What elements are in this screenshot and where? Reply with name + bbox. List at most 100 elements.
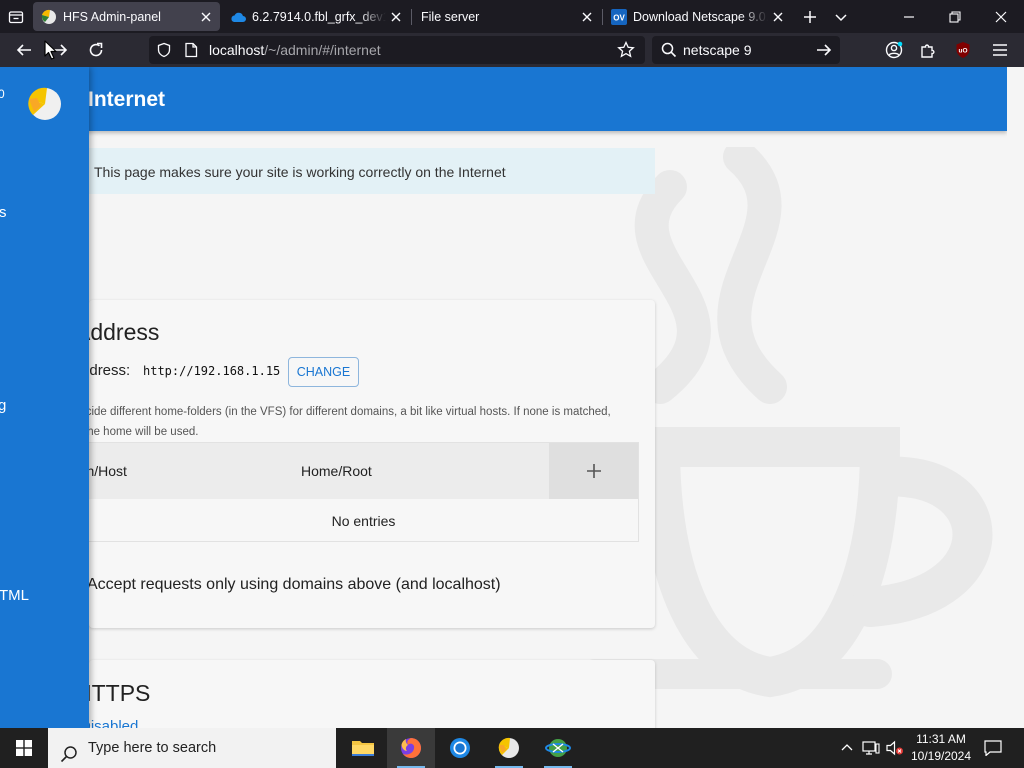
taskbar-app-chrome[interactable] — [436, 728, 484, 768]
back-button[interactable] — [7, 33, 41, 67]
address-value: http://192.168.1.15 — [143, 364, 281, 378]
restore-button[interactable] — [932, 0, 978, 33]
hfs-app-icon — [498, 737, 519, 758]
close-icon — [995, 11, 1007, 22]
hfs-logo-icon[interactable] — [26, 85, 64, 123]
url-bar[interactable]: localhost/~/admin/#/internet — [149, 36, 645, 64]
ublock-shield-icon: uO — [956, 42, 970, 58]
network-status-button[interactable] — [860, 728, 882, 768]
network-monitor-icon — [862, 741, 880, 755]
onedrive-cloud-icon — [230, 9, 246, 25]
firefox-icon — [401, 738, 421, 758]
search-query: netscape 9 — [683, 42, 752, 58]
file-explorer-icon — [352, 741, 374, 756]
taskbar-app-firefox[interactable] — [387, 728, 435, 768]
accept-domains-checkbox-label[interactable]: Accept requests only using domains above… — [87, 576, 501, 594]
account-icon — [885, 41, 903, 59]
close-tab-icon[interactable] — [577, 12, 597, 22]
close-tab-icon[interactable] — [386, 12, 406, 22]
taskbar-search-box[interactable]: Type here to search — [48, 728, 336, 768]
screen: { "browser": { "tabs": [ {"title": "HFS … — [0, 0, 1024, 768]
chevron-down-icon — [835, 13, 847, 21]
taskbar-app-hfs[interactable] — [485, 728, 533, 768]
change-address-button[interactable]: CHANGE — [288, 357, 359, 387]
table-empty-message: No entries — [331, 513, 396, 529]
drawer-item-partial[interactable]: s — [0, 204, 7, 221]
page-viewport: Internet This page makes sure your site … — [0, 67, 1024, 728]
domains-help-text: Decide different home-folders (in the VF… — [71, 402, 626, 442]
start-button[interactable] — [0, 728, 48, 768]
reload-button[interactable] — [79, 33, 113, 67]
windows-taskbar: Type here to search 11:31 AM 10/19/2024 — [0, 728, 1024, 768]
plus-icon — [586, 464, 601, 478]
chrome-icon — [450, 738, 470, 758]
plus-icon — [804, 10, 816, 23]
ov-icon: OV — [611, 8, 627, 25]
tab-hfs-admin-panel[interactable]: HFS Admin-panel — [33, 2, 220, 31]
tab-title: 6.2.7914.0.fbl_grfx_dev1.1 — [252, 9, 386, 24]
help-line: the home will be used. — [84, 426, 199, 438]
tab-file-server[interactable]: File server — [412, 2, 601, 31]
address-card: Address Address: http://192.168.1.15 CHA… — [46, 300, 655, 628]
search-icon — [60, 739, 78, 768]
taskbar-app-network-tool[interactable] — [534, 728, 582, 768]
list-all-tabs-button[interactable] — [0, 0, 32, 33]
account-button[interactable] — [877, 33, 911, 67]
clock-date: 10/19/2024 — [910, 749, 972, 763]
version-text: 0 — [0, 87, 5, 101]
domains-table: Domain/Host Home/Root No entries — [46, 442, 639, 542]
drawer-item-partial[interactable]: TML — [0, 587, 29, 604]
volume-button[interactable] — [884, 728, 906, 768]
scrollbar-track[interactable] — [1007, 67, 1024, 728]
svg-text:uO: uO — [958, 48, 967, 55]
arrow-left-icon — [16, 44, 31, 56]
tracking-protection-shield-icon[interactable] — [156, 42, 172, 63]
tab-title: HFS Admin-panel — [63, 9, 161, 24]
notification-icon — [984, 740, 1002, 756]
close-window-button[interactable] — [978, 0, 1024, 33]
tab-download-netscape[interactable]: OV Download Netscape 9.0.0 — [603, 2, 792, 31]
table-header: Domain/Host Home/Root — [46, 443, 638, 500]
tab-overflow-button[interactable] — [826, 0, 856, 33]
svg-text:OV: OV — [613, 13, 625, 22]
tab-onedrive-file[interactable]: 6.2.7914.0.fbl_grfx_dev1.1 — [222, 2, 410, 31]
extensions-button[interactable] — [911, 33, 945, 67]
tab-title: Download Netscape 9.0.0 — [633, 9, 768, 24]
help-line: Decide different home-folders (in the VF… — [71, 406, 611, 418]
notifications-button[interactable] — [978, 728, 1008, 768]
speaker-muted-icon — [886, 740, 903, 756]
app-menu-button[interactable] — [983, 33, 1017, 67]
drawer-item-partial[interactable]: g — [0, 397, 6, 414]
info-text: This page makes sure your site is workin… — [94, 164, 506, 180]
info-alert: This page makes sure your site is workin… — [89, 148, 655, 194]
taskbar-clock[interactable]: 11:31 AM 10/19/2024 — [906, 731, 976, 765]
url-path: /~/admin/#/internet — [264, 42, 381, 58]
taskbar-search-placeholder: Type here to search — [88, 740, 217, 756]
add-domain-button[interactable] — [549, 443, 638, 499]
minimize-button[interactable] — [886, 0, 932, 33]
page-info-icon[interactable] — [184, 42, 198, 63]
network-tool-icon — [545, 739, 571, 757]
browser-navigation-bar: localhost/~/admin/#/internet netscape 9 … — [0, 33, 1024, 67]
search-go-arrow-icon[interactable] — [816, 42, 832, 63]
taskbar-app-file-explorer[interactable] — [339, 728, 387, 768]
close-tab-icon[interactable] — [768, 12, 788, 22]
navigation-drawer: 0 s g TML — [0, 67, 89, 728]
new-tab-button[interactable] — [795, 0, 825, 33]
browser-tab-strip: HFS Admin-panel 6.2.7914.0.fbl_grfx_dev1… — [0, 0, 1024, 33]
hamburger-menu-icon — [993, 44, 1007, 56]
column-header-home[interactable]: Home/Root — [301, 443, 372, 500]
puzzle-piece-icon — [921, 44, 935, 58]
close-tab-icon[interactable] — [196, 12, 216, 22]
minimize-icon — [904, 15, 914, 18]
app-header: Internet — [0, 67, 1007, 131]
url-host: localhost — [209, 42, 265, 58]
url-text[interactable]: localhost/~/admin/#/internet — [209, 36, 381, 64]
search-icon — [661, 42, 677, 63]
search-bar[interactable]: netscape 9 — [652, 36, 840, 64]
show-hidden-icons-button[interactable] — [838, 728, 856, 768]
mouse-cursor-icon — [44, 40, 57, 60]
ublock-origin-button[interactable]: uO — [946, 33, 980, 67]
clock-time: 11:31 AM — [916, 732, 966, 746]
bookmark-star-icon[interactable] — [617, 40, 635, 64]
